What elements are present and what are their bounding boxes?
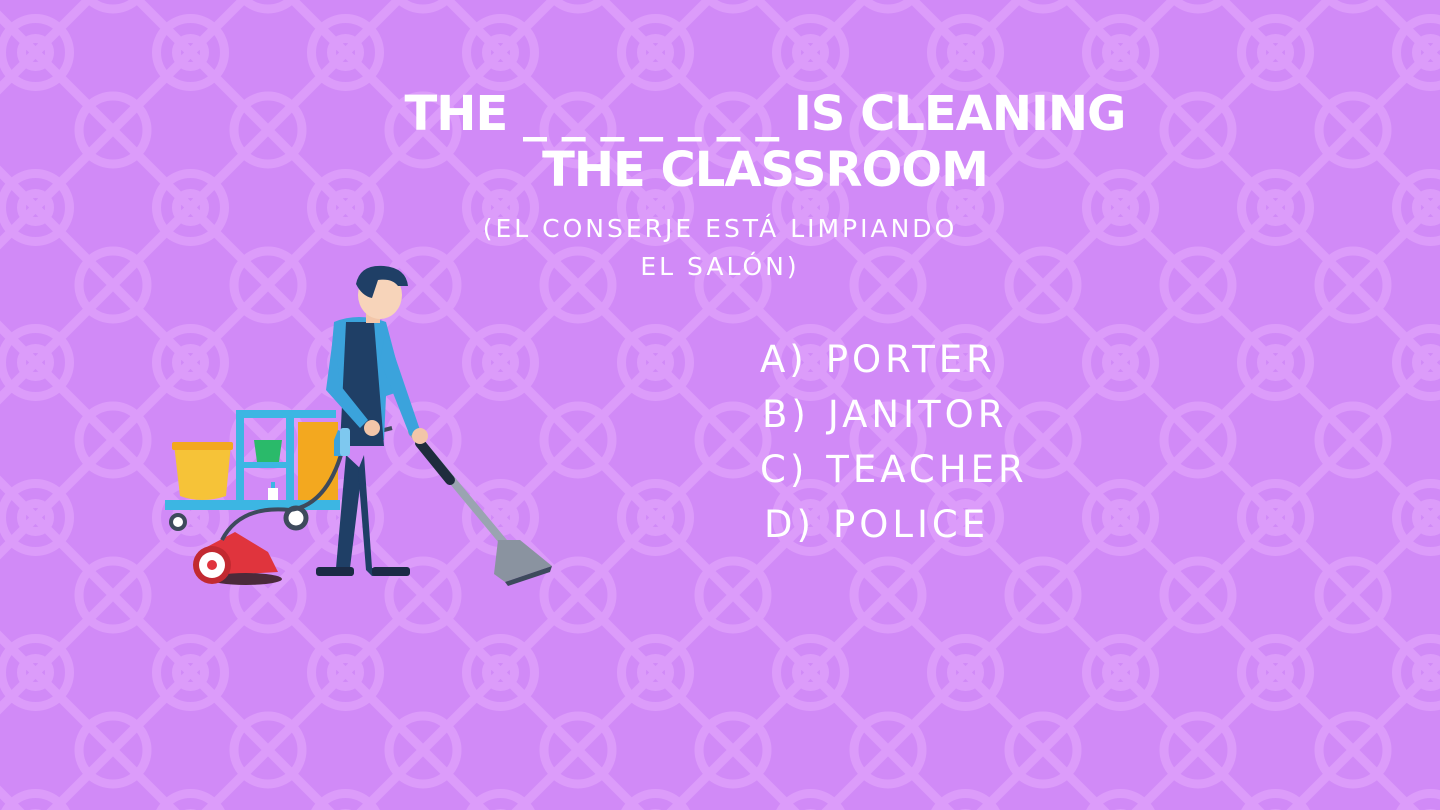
- answer-options: A) PORTER B) JANITOR C) TEACHER D) POLICE: [760, 332, 1180, 552]
- option-c[interactable]: C) TEACHER: [760, 442, 1180, 497]
- option-letter: A): [760, 338, 808, 381]
- option-letter: B): [762, 393, 810, 436]
- title-line: THE _ _ _ _ _ _ _ IS CLEANING: [404, 86, 1127, 142]
- title-line: THE CLASSROOM: [542, 142, 989, 198]
- option-text: JANITOR: [827, 393, 1008, 436]
- translation-line: (EL CONSERJE ESTÁ LIMPIANDO: [482, 214, 958, 243]
- option-d[interactable]: D) POLICE: [764, 497, 1180, 552]
- janitor-illustration: [165, 265, 552, 586]
- option-text: PORTER: [825, 338, 996, 381]
- option-letter: D): [764, 503, 815, 546]
- option-b[interactable]: B) JANITOR: [762, 387, 1180, 442]
- option-text: POLICE: [832, 503, 990, 546]
- janitor-figure: [316, 265, 428, 576]
- question-title: THE _ _ _ _ _ _ _ IS CLEANING THE CLASSR…: [300, 86, 1230, 198]
- option-text: TEACHER: [826, 448, 1028, 491]
- option-letter: C): [760, 448, 809, 491]
- quiz-slide: THE _ _ _ _ _ _ _ IS CLEANING THE CLASSR…: [0, 0, 1440, 810]
- option-a[interactable]: A) PORTER: [760, 332, 1180, 387]
